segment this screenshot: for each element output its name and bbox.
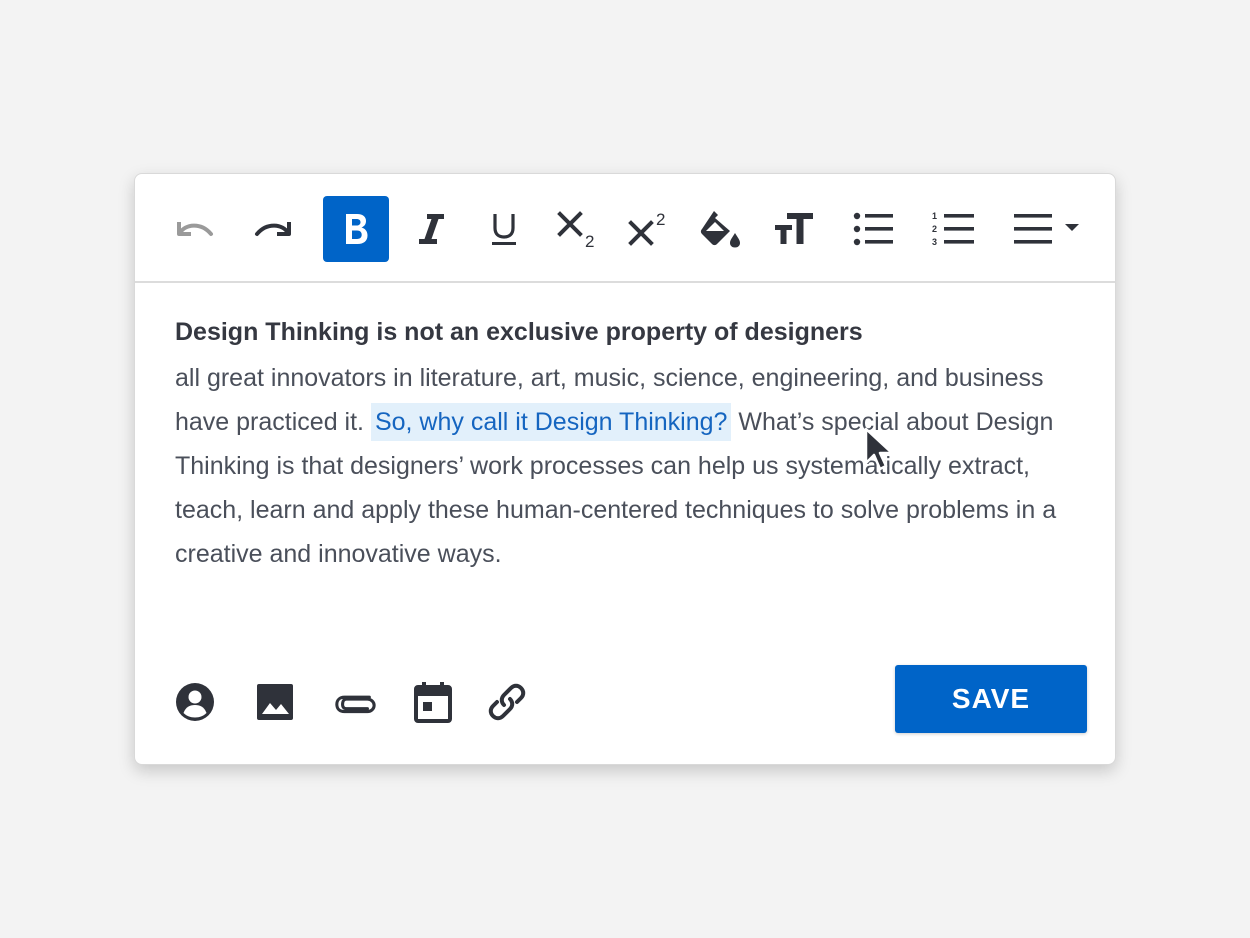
editor-content[interactable]: Design Thinking is not an exclusive prop… — [175, 310, 1075, 576]
bulleted-list-icon — [853, 212, 893, 246]
superscript-icon: 2 — [628, 210, 665, 246]
mouse-cursor-icon — [864, 427, 894, 471]
italic-button[interactable] — [398, 196, 464, 262]
superscript-button[interactable]: 2 — [616, 196, 682, 262]
account-icon — [176, 683, 214, 721]
align-dropdown-icon — [1014, 214, 1079, 244]
bold-icon — [346, 214, 368, 244]
undo-button[interactable] — [161, 196, 227, 262]
formatting-toolbar: 2 2 1 2 3 — [135, 174, 1115, 283]
redo-icon — [255, 222, 291, 236]
underline-button[interactable] — [471, 196, 537, 262]
attachment-icon — [335, 695, 376, 714]
mention-button[interactable] — [173, 680, 217, 724]
bold-button[interactable] — [323, 196, 389, 262]
save-button[interactable]: SAVE — [895, 665, 1087, 733]
svg-text:2: 2 — [932, 224, 937, 234]
fill-color-button[interactable] — [688, 196, 754, 262]
fill-color-icon — [700, 211, 740, 248]
text-size-icon — [775, 213, 813, 244]
numbered-list-icon: 1 2 3 — [932, 211, 974, 247]
align-dropdown-button[interactable] — [1007, 196, 1089, 262]
underline-icon — [492, 214, 516, 245]
subscript-icon: 2 — [557, 211, 594, 249]
editor-card: 2 2 1 2 3 Design Thinking is not an excl… — [134, 173, 1116, 765]
insert-link-button[interactable] — [485, 680, 529, 724]
insert-date-button[interactable] — [411, 680, 455, 724]
insert-image-button[interactable] — [253, 680, 297, 724]
svg-text:1: 1 — [932, 211, 937, 221]
subscript-button[interactable]: 2 — [545, 196, 611, 262]
content-paragraph: all great innovators in literature, art,… — [175, 356, 1075, 576]
undo-icon — [177, 222, 213, 236]
link-icon — [488, 683, 526, 721]
bulleted-list-button[interactable] — [841, 196, 907, 262]
content-heading: Design Thinking is not an exclusive prop… — [175, 318, 863, 346]
attach-file-button[interactable] — [333, 680, 377, 724]
numbered-list-button[interactable]: 1 2 3 — [921, 196, 987, 262]
svg-text:2: 2 — [656, 210, 665, 229]
italic-icon — [419, 214, 444, 244]
redo-button[interactable] — [241, 196, 307, 262]
text-size-button[interactable] — [761, 196, 827, 262]
svg-text:2: 2 — [585, 232, 594, 249]
calendar-icon — [414, 682, 452, 723]
image-icon — [257, 684, 293, 720]
svg-text:3: 3 — [932, 237, 937, 247]
selected-text-highlight[interactable]: So, why call it Design Thinking? — [370, 403, 732, 441]
